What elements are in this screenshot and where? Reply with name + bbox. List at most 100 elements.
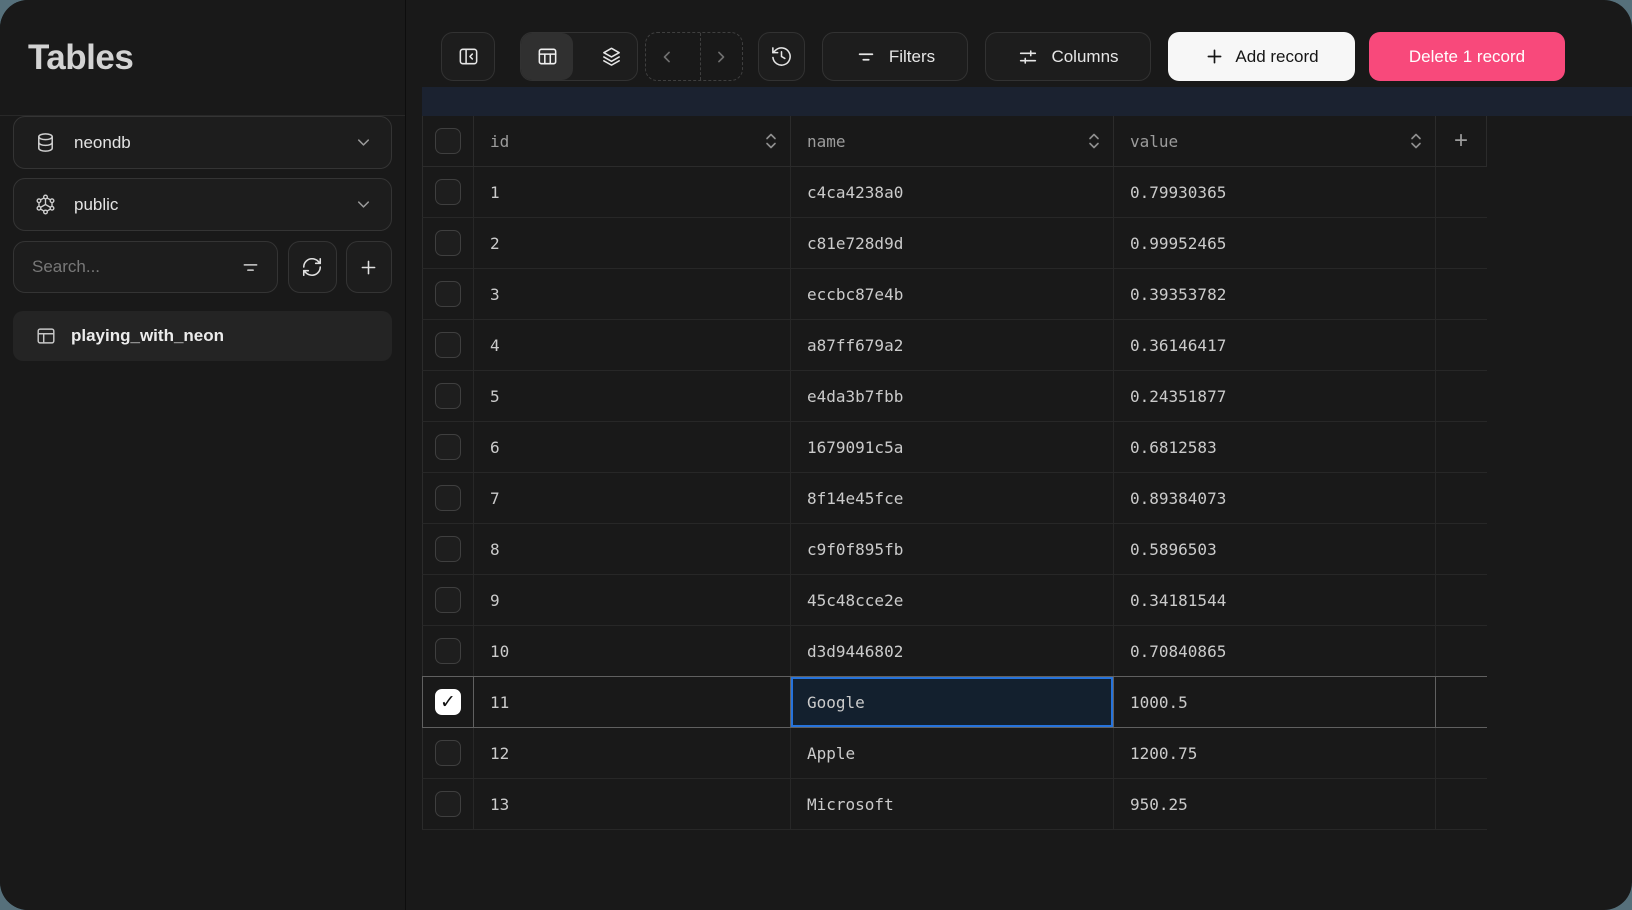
cell-name[interactable]: 8f14e45fce [791,473,1114,523]
search-box[interactable] [13,241,278,293]
row-checkbox-cell [423,218,474,268]
column-header-value[interactable]: value [1114,116,1436,167]
cell-value[interactable]: 0.24351877 [1114,371,1436,421]
pagination-group [645,32,743,81]
cell-name[interactable]: Microsoft [791,779,1114,829]
sidebar: Tables neondb [0,0,406,910]
cell-name[interactable]: 1679091c5a [791,422,1114,472]
row-checkbox[interactable] [435,434,461,460]
cell-value[interactable]: 0.39353782 [1114,269,1436,319]
delete-record-button[interactable]: Delete 1 record [1369,32,1565,81]
row-checkbox-cell [423,677,474,727]
column-header-name[interactable]: name [791,116,1114,167]
cell-id[interactable]: 11 [474,677,791,727]
row-checkbox[interactable] [435,587,461,613]
row-checkbox[interactable] [435,638,461,664]
cell-value[interactable]: 0.6812583 [1114,422,1436,472]
cell-value[interactable]: 0.70840865 [1114,626,1436,676]
previous-page-button[interactable] [646,33,688,80]
table-row: 2c81e728d9d0.99952465 [422,218,1487,269]
column-header-value-label: value [1130,132,1178,151]
cell-name[interactable]: d3d9446802 [791,626,1114,676]
add-table-button[interactable] [346,241,392,293]
cell-id[interactable]: 13 [474,779,791,829]
table-row: 11Google1000.5 [422,676,1487,728]
cell-name[interactable]: eccbc87e4b [791,269,1114,319]
cell-name[interactable]: 45c48cce2e [791,575,1114,625]
cell-name[interactable]: a87ff679a2 [791,320,1114,370]
cell-name[interactable]: c81e728d9d [791,218,1114,268]
row-checkbox[interactable] [435,332,461,358]
cell-name[interactable]: c9f0f895fb [791,524,1114,574]
table-row: 13Microsoft950.25 [422,779,1487,830]
row-checkbox-checked[interactable] [435,689,461,715]
table-row: 1c4ca4238a00.79930365 [422,167,1487,218]
cell-value[interactable]: 1200.75 [1114,728,1436,778]
cell-id[interactable]: 8 [474,524,791,574]
sidebar-item-table[interactable]: playing_with_neon [13,311,392,361]
cell-id[interactable]: 7 [474,473,791,523]
cell-value[interactable]: 1000.5 [1114,677,1436,727]
schema-select[interactable]: public [13,178,392,231]
cell-value[interactable]: 0.79930365 [1114,167,1436,217]
row-checkbox-cell [423,371,474,421]
columns-button[interactable]: Columns [985,32,1151,81]
table-view-toggle[interactable] [521,33,573,80]
add-column-button[interactable]: + [1436,116,1487,167]
cell-id[interactable]: 12 [474,728,791,778]
sort-icon[interactable] [1087,131,1101,151]
cell-name-selected[interactable]: Google [791,677,1114,727]
sidebar-item-label: playing_with_neon [71,326,224,346]
columns-button-label: Columns [1051,47,1118,67]
cell-value[interactable]: 0.5896503 [1114,524,1436,574]
cell-id[interactable]: 6 [474,422,791,472]
cell-id[interactable]: 5 [474,371,791,421]
main-panel: Filters Columns Add record Del [406,0,1632,910]
row-checkbox[interactable] [435,791,461,817]
next-page-button[interactable] [700,33,742,80]
schema-select-value: public [74,195,354,215]
cell-value[interactable]: 0.36146417 [1114,320,1436,370]
cell-value[interactable]: 0.89384073 [1114,473,1436,523]
table-row: 3eccbc87e4b0.39353782 [422,269,1487,320]
cell-id[interactable]: 10 [474,626,791,676]
refresh-button[interactable] [288,241,337,293]
sort-icon[interactable] [1409,131,1423,151]
cell-id[interactable]: 9 [474,575,791,625]
filters-button[interactable]: Filters [822,32,968,81]
database-select[interactable]: neondb [13,116,392,169]
cell-id[interactable]: 3 [474,269,791,319]
column-header-id[interactable]: id [474,116,791,167]
add-record-button[interactable]: Add record [1168,32,1355,81]
cell-name[interactable]: Apple [791,728,1114,778]
row-checkbox[interactable] [435,281,461,307]
search-input[interactable] [32,257,240,277]
cell-id[interactable]: 1 [474,167,791,217]
row-checkbox[interactable] [435,740,461,766]
cell-name[interactable]: c4ca4238a0 [791,167,1114,217]
sliders-icon [1017,46,1039,68]
cell-value[interactable]: 950.25 [1114,779,1436,829]
row-checkbox[interactable] [435,230,461,256]
table-row: 4a87ff679a20.36146417 [422,320,1487,371]
row-checkbox-cell [423,473,474,523]
select-all-checkbox[interactable] [435,128,461,154]
select-all-cell [423,116,474,167]
chevron-left-icon [657,47,677,67]
sort-icon[interactable] [764,131,778,151]
schema-view-toggle[interactable] [585,33,637,80]
table-row: 61679091c5a0.6812583 [422,422,1487,473]
cell-value[interactable]: 0.34181544 [1114,575,1436,625]
row-checkbox[interactable] [435,179,461,205]
cell-id[interactable]: 2 [474,218,791,268]
cell-value[interactable]: 0.99952465 [1114,218,1436,268]
collapse-sidebar-button[interactable] [441,32,495,81]
column-header-id-label: id [490,132,509,151]
row-checkbox[interactable] [435,383,461,409]
cell-id[interactable]: 4 [474,320,791,370]
row-checkbox[interactable] [435,536,461,562]
history-button[interactable] [758,32,805,81]
page-title: Tables [28,38,133,78]
row-checkbox[interactable] [435,485,461,511]
cell-name[interactable]: e4da3b7fbb [791,371,1114,421]
